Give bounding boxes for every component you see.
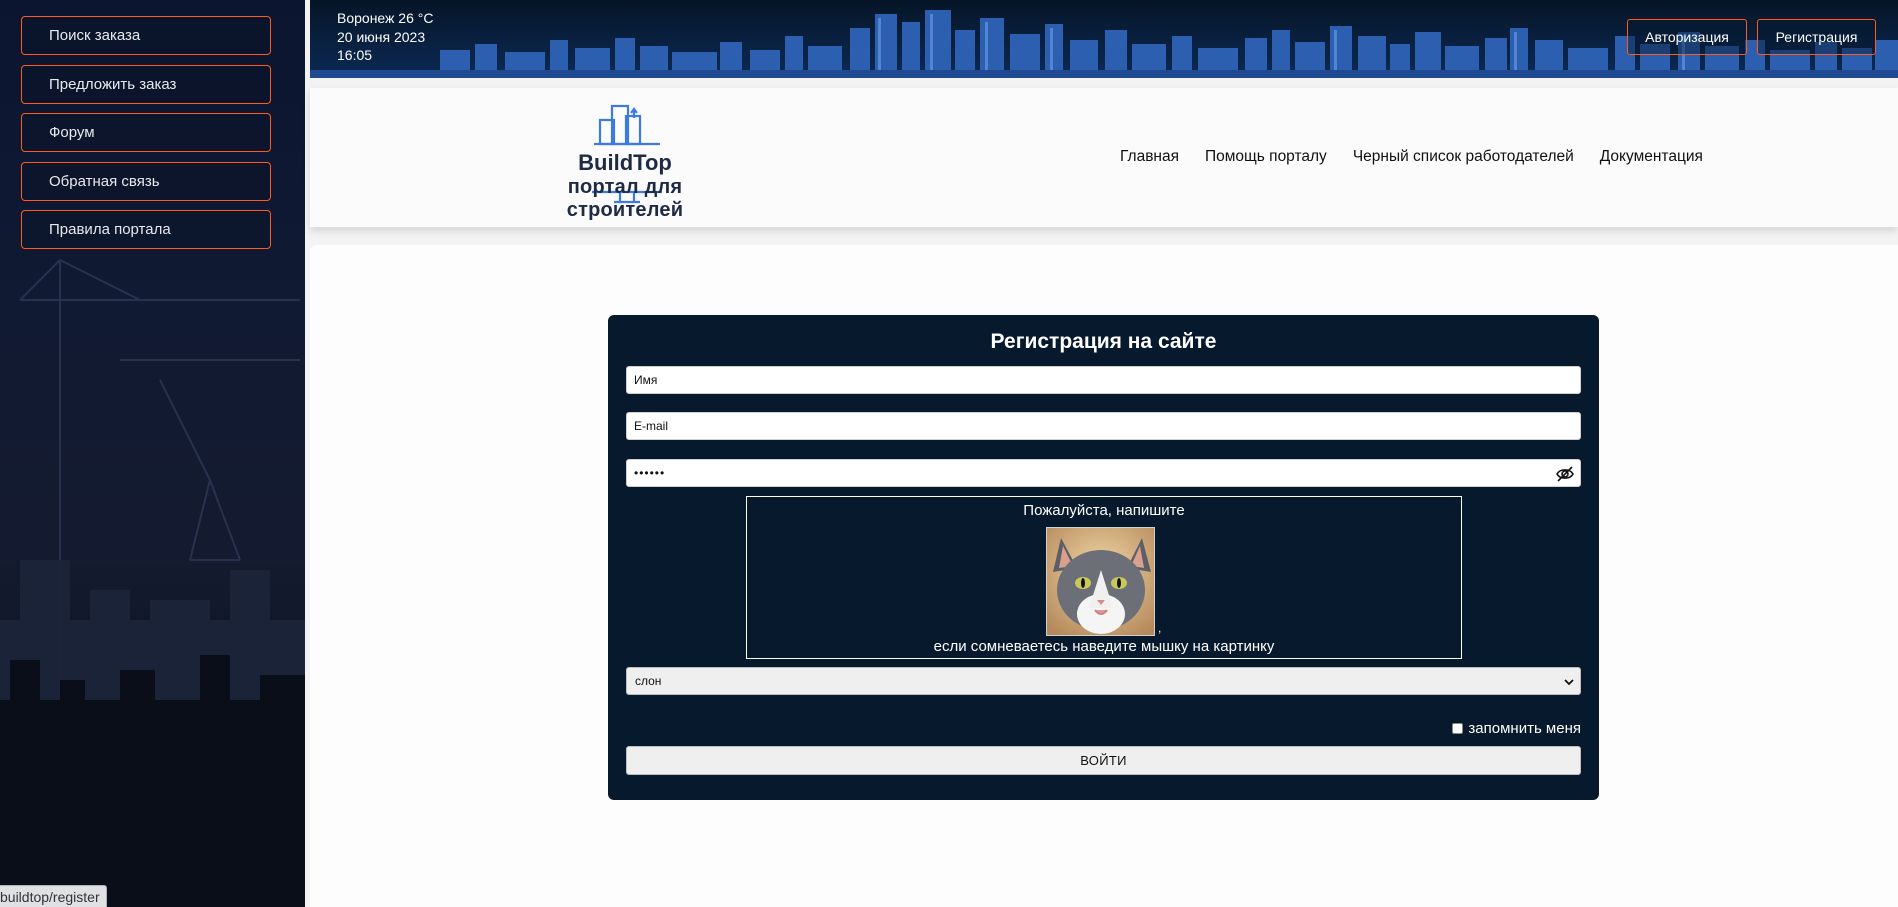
side-menu: Поиск заказа Предложить заказ Форум Обра… [21, 16, 271, 259]
site-logo[interactable]: BuildTop портал для строителей [510, 104, 740, 221]
captcha-answer-select[interactable]: слон [626, 667, 1581, 695]
captcha-box: Пожалуйста, напишите , если сомневаетесь… [746, 496, 1462, 659]
email-field[interactable]: E-mail [626, 412, 1581, 440]
select-value: слон [635, 674, 662, 688]
nav-documentation[interactable]: Документация [1600, 148, 1703, 166]
submit-button[interactable]: ВОЙТИ [626, 746, 1581, 775]
main-content: Регистрация на сайте Имя E-mail •••••• П… [310, 245, 1898, 907]
nav-home[interactable]: Главная [1120, 148, 1179, 166]
password-value: •••••• [634, 466, 666, 480]
site-header: BuildTop портал для строителей Главная П… [310, 88, 1898, 227]
register-button[interactable]: Регистрация [1757, 19, 1876, 55]
left-sidebar: Поиск заказа Предложить заказ Форум Обра… [0, 0, 305, 907]
nav-blacklist[interactable]: Черный список работодателей [1353, 148, 1574, 166]
logo-title: BuildTop [578, 150, 672, 175]
sidebar-item-label: Поиск заказа [49, 27, 141, 44]
sidebar-item-label: Предложить заказ [49, 75, 177, 93]
current-date: 20 июня 2023 [337, 28, 426, 45]
remember-label: запомнить меня [1468, 720, 1581, 737]
registration-form: Регистрация на сайте Имя E-mail •••••• П… [608, 315, 1599, 800]
chevron-down-icon [1564, 679, 1574, 686]
weather-widget: Воронеж 26 °C 20 июня 2023 16:05 [337, 9, 433, 65]
captcha-hint: если сомневаетесь наведите мышку на карт… [933, 638, 1275, 655]
captcha-comma: , [1158, 621, 1162, 635]
nav-help-portal[interactable]: Помощь порталу [1205, 148, 1327, 166]
sidebar-item-label: Форум [49, 124, 95, 141]
password-field[interactable]: •••••• [626, 459, 1581, 487]
form-title: Регистрация на сайте [990, 330, 1217, 353]
sidebar-item-order-search[interactable]: Поиск заказа [21, 16, 271, 55]
sidebar-item-forum[interactable]: Форум [21, 113, 271, 152]
login-button[interactable]: Авторизация [1627, 19, 1747, 55]
city-temperature: Воронеж 26 °C [337, 10, 434, 26]
sidebar-item-label: Обратная связь [49, 172, 160, 190]
main-nav: Главная Помощь порталу Черный список раб… [1120, 148, 1703, 166]
eye-slash-icon[interactable] [1555, 464, 1575, 484]
current-time: 16:05 [337, 47, 373, 63]
top-banner: Воронеж 26 °C 20 июня 2023 16:05 Авториз… [310, 0, 1898, 78]
sidebar-item-rules[interactable]: Правила портала [21, 210, 271, 249]
name-field[interactable]: Имя [626, 366, 1581, 394]
sidebar-item-feedback[interactable]: Обратная связь [21, 161, 271, 201]
captcha-cat-image[interactable] [1046, 527, 1155, 636]
captcha-prompt: Пожалуйста, напишите [1023, 502, 1185, 519]
sidebar-item-propose-order[interactable]: Предложить заказ [21, 64, 271, 104]
sidebar-item-label: Правила портала [49, 221, 171, 238]
remember-checkbox[interactable] [1452, 723, 1464, 734]
status-url-tooltip: buildtop/register [0, 885, 107, 907]
remember-me: запомнить меня [1452, 720, 1581, 737]
logo-subtitle: портал для строителей [566, 176, 684, 221]
